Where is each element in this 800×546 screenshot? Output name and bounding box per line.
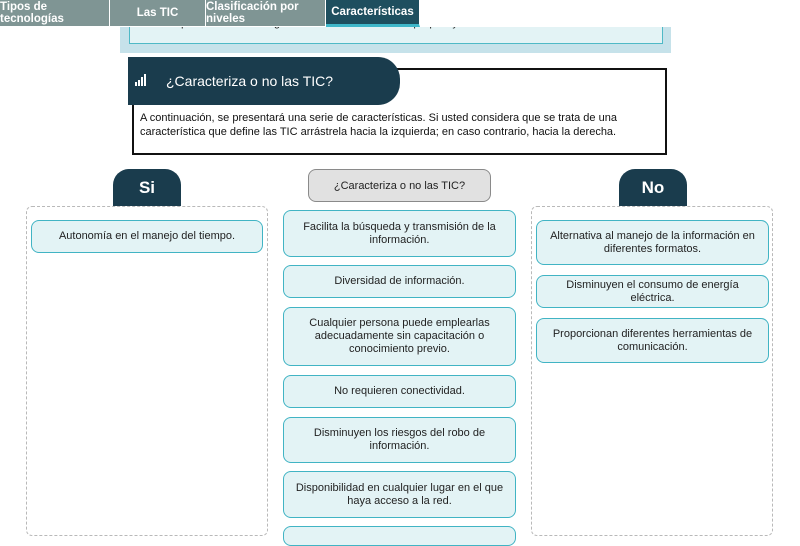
tab-caracteristicas[interactable]: Características — [326, 0, 420, 27]
drop-zone-si[interactable] — [26, 206, 268, 536]
draggable-card[interactable]: Alternativa al manejo de la información … — [536, 220, 769, 265]
draggable-card[interactable]: Diversidad de información. — [283, 265, 516, 298]
draggable-card[interactable]: Disponibilidad en cualquier lugar en el … — [283, 471, 516, 518]
tab-clasificacion-por-niveles[interactable]: Clasificación por niveles — [206, 0, 326, 27]
draggable-card[interactable]: Cualquier persona puede emplearlas adecu… — [283, 307, 516, 366]
tab-tipos-de-tecnologias[interactable]: Tipos de tecnologías — [0, 0, 110, 27]
column-si-header: Si — [113, 169, 181, 207]
draggable-card[interactable]: No requieren conectividad. — [283, 375, 516, 408]
draggable-card[interactable] — [283, 526, 516, 546]
draggable-card[interactable]: Disminuyen el consumo de energía eléctri… — [536, 275, 769, 308]
center-question-label: ¿Caracteriza o no las TIC? — [308, 169, 491, 202]
tab-bar: Tipos de tecnologías Las TIC Clasificaci… — [0, 0, 800, 27]
question-title: ¿Caracteriza o no las TIC? — [166, 73, 334, 89]
draggable-card[interactable]: Proporcionan diferentes herramientas de … — [536, 318, 769, 363]
column-no-header: No — [619, 169, 687, 207]
draggable-card[interactable]: Facilita la búsqueda y transmisión de la… — [283, 210, 516, 257]
draggable-card[interactable]: Disminuyen los riesgos del robo de infor… — [283, 417, 516, 463]
tab-bar-spacer — [420, 0, 800, 27]
draggable-card[interactable]: Autonomía en el manejo del tiempo. — [31, 220, 263, 253]
tab-las-tic[interactable]: Las TIC — [110, 0, 206, 27]
question-description: A continuación, se presentará una serie … — [140, 112, 617, 138]
bar-chart-icon — [135, 74, 146, 86]
